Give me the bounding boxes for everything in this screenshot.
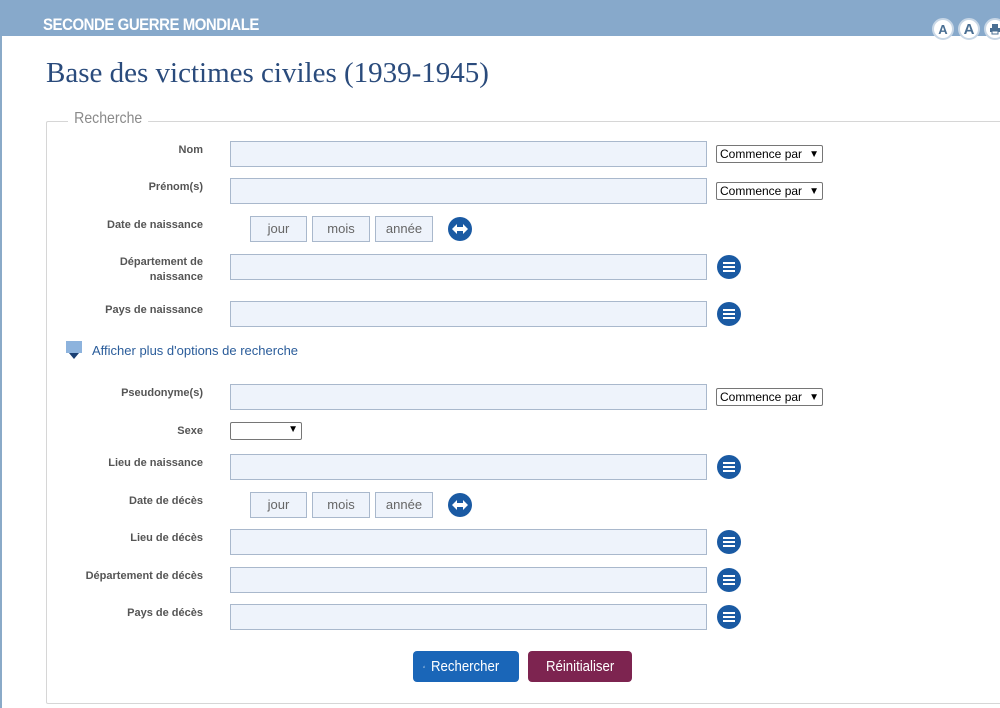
dept-naissance-list-button[interactable] bbox=[717, 255, 741, 279]
pseudonyme-label: Pseudonyme(s) bbox=[121, 387, 203, 399]
prenom-mode-value: Commence par bbox=[720, 184, 803, 198]
lieu-deces-label: Lieu de décès bbox=[130, 532, 203, 544]
chevron-down-icon: ▼ bbox=[288, 424, 298, 435]
list-icon bbox=[723, 575, 735, 585]
reset-button[interactable]: Réinitialiser bbox=[528, 651, 632, 682]
search-icon bbox=[423, 665, 426, 668]
site-title[interactable]: SECONDE GUERRE MONDIALE bbox=[43, 15, 259, 35]
list-icon bbox=[723, 537, 735, 547]
deces-annee-input[interactable]: année bbox=[375, 492, 433, 518]
nom-mode-value: Commence par bbox=[720, 147, 803, 161]
folder-open-icon bbox=[66, 341, 84, 359]
page-title: Base des victimes civiles (1939-1945) bbox=[46, 57, 489, 89]
double-arrow-icon bbox=[452, 224, 468, 234]
deces-jour-input[interactable]: jour bbox=[250, 492, 307, 518]
site-header: SECONDE GUERRE MONDIALE A A bbox=[0, 0, 1000, 40]
dept-deces-list-button[interactable] bbox=[717, 568, 741, 592]
search-button-label: Rechercher bbox=[431, 658, 500, 675]
print-icon bbox=[990, 24, 1000, 35]
font-increase-button[interactable]: A bbox=[958, 18, 980, 40]
lieu-naissance-list-button[interactable] bbox=[717, 455, 741, 479]
dept-naissance-input[interactable] bbox=[230, 254, 707, 280]
pays-naissance-list-button[interactable] bbox=[717, 302, 741, 326]
search-button[interactable]: Rechercher bbox=[413, 651, 519, 682]
prenom-mode-select[interactable]: Commence par ▼ bbox=[716, 182, 823, 200]
reset-button-label: Réinitialiser bbox=[546, 658, 615, 675]
lieu-deces-list-button[interactable] bbox=[717, 530, 741, 554]
double-arrow-icon bbox=[452, 500, 468, 510]
sexe-select[interactable]: ▼ bbox=[230, 422, 302, 440]
date-deces-label: Date de décès bbox=[129, 495, 203, 507]
search-legend: Recherche bbox=[68, 110, 149, 128]
chevron-down-icon: ▼ bbox=[809, 149, 819, 160]
dept-naissance-label: Département de naissance bbox=[119, 256, 203, 283]
deces-range-button[interactable] bbox=[448, 493, 472, 517]
list-icon bbox=[723, 262, 735, 272]
date-naissance-label: Date de naissance bbox=[107, 219, 203, 231]
nom-mode-select[interactable]: Commence par ▼ bbox=[716, 145, 823, 163]
chevron-down-icon: ▼ bbox=[809, 186, 819, 197]
list-icon bbox=[723, 462, 735, 472]
list-icon bbox=[723, 612, 735, 622]
naissance-range-button[interactable] bbox=[448, 217, 472, 241]
sexe-label: Sexe bbox=[177, 425, 203, 437]
nom-label: Nom bbox=[178, 144, 203, 156]
font-decrease-button[interactable]: A bbox=[932, 18, 954, 40]
chevron-down-icon: ▼ bbox=[809, 392, 819, 403]
more-options-toggle[interactable]: Afficher plus d'options de recherche bbox=[66, 341, 298, 359]
pays-deces-label: Pays de décès bbox=[127, 607, 203, 619]
lieu-naissance-label: Lieu de naissance bbox=[108, 457, 203, 469]
pseudonyme-input[interactable] bbox=[230, 384, 707, 410]
list-icon bbox=[723, 309, 735, 319]
pays-naissance-input[interactable] bbox=[230, 301, 707, 327]
print-button[interactable] bbox=[984, 18, 1000, 40]
lieu-deces-input[interactable] bbox=[230, 529, 707, 555]
page-left-border bbox=[0, 0, 2, 708]
deces-mois-input[interactable]: mois bbox=[312, 492, 370, 518]
lieu-naissance-input[interactable] bbox=[230, 454, 707, 480]
pseudonyme-mode-value: Commence par bbox=[720, 390, 803, 404]
dept-deces-input[interactable] bbox=[230, 567, 707, 593]
naissance-jour-input[interactable]: jour bbox=[250, 216, 307, 242]
pays-naissance-label: Pays de naissance bbox=[105, 304, 203, 316]
prenom-label: Prénom(s) bbox=[148, 181, 203, 193]
accessibility-tools: A A bbox=[932, 18, 1000, 40]
nom-input[interactable] bbox=[230, 141, 707, 167]
naissance-annee-input[interactable]: année bbox=[375, 216, 433, 242]
more-options-link[interactable]: Afficher plus d'options de recherche bbox=[92, 343, 298, 358]
naissance-mois-input[interactable]: mois bbox=[312, 216, 370, 242]
pays-deces-input[interactable] bbox=[230, 604, 707, 630]
dept-deces-label: Département de décès bbox=[85, 570, 203, 582]
prenom-input[interactable] bbox=[230, 178, 707, 204]
pseudonyme-mode-select[interactable]: Commence par ▼ bbox=[716, 388, 823, 406]
pays-deces-list-button[interactable] bbox=[717, 605, 741, 629]
